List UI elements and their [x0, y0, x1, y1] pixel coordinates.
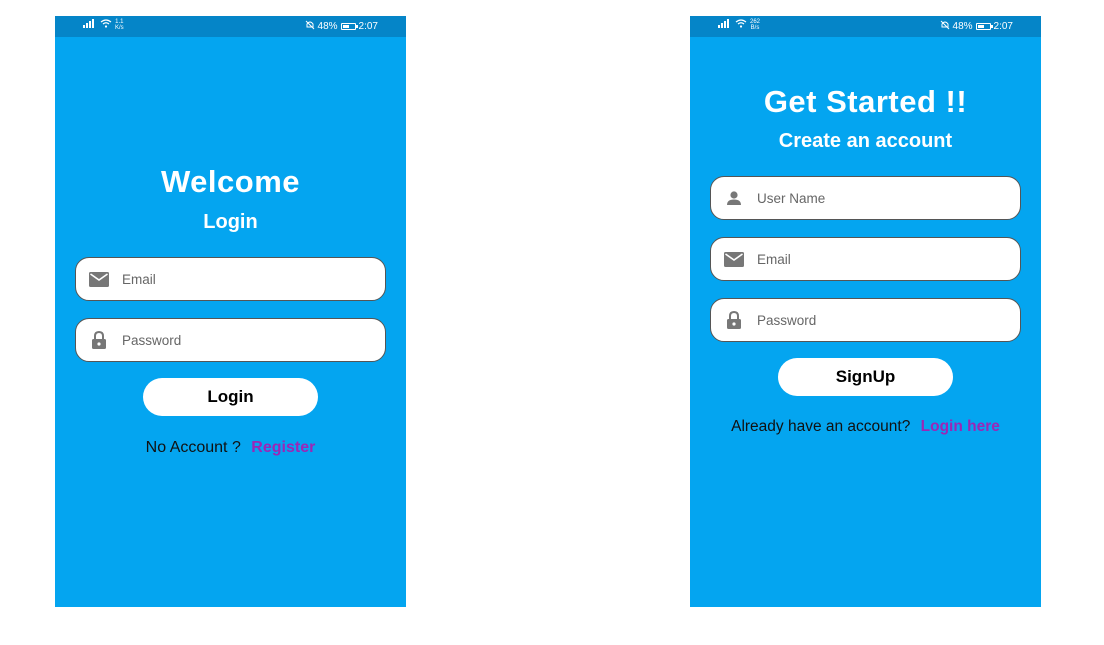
signal-icon — [83, 19, 97, 31]
page-subtitle: Create an account — [778, 130, 953, 152]
status-right: 48% 2:07 — [940, 20, 1013, 33]
mute-icon — [940, 20, 950, 33]
mute-icon — [305, 20, 315, 33]
net-speed-unit: B/s — [750, 25, 760, 31]
status-left: 262 B/s — [718, 19, 760, 31]
battery-icon — [340, 23, 358, 30]
password-field[interactable]: Password — [710, 298, 1021, 342]
register-link[interactable]: Register — [251, 439, 315, 456]
email-field[interactable]: Email — [710, 237, 1021, 281]
battery-percent: 48% — [952, 21, 973, 32]
no-account-text: No Account ? — [145, 439, 241, 456]
login-screen: 1.1 K/s 48% 2:07 Welcome Login Email Pas… — [55, 16, 406, 607]
register-prompt: No Account ? Register — [55, 439, 406, 457]
page-title: Get Started !! — [763, 84, 968, 119]
clock: 2:07 — [358, 21, 378, 32]
signal-icon — [718, 19, 732, 31]
lock-icon — [88, 329, 110, 351]
email-placeholder: Email — [122, 271, 156, 287]
signup-screen: 262 B/s 48% 2:07 Get Started !! Create a… — [690, 16, 1041, 607]
email-placeholder: Email — [757, 251, 791, 267]
net-speed-unit: K/s — [115, 25, 124, 31]
username-field[interactable]: User Name — [710, 176, 1021, 220]
clock: 2:07 — [993, 21, 1013, 32]
status-left: 1.1 K/s — [83, 19, 124, 31]
lock-icon — [723, 309, 745, 331]
email-field[interactable]: Email — [75, 257, 386, 301]
login-button[interactable]: Login — [143, 378, 318, 416]
email-icon — [88, 268, 110, 290]
battery-icon — [975, 23, 993, 30]
status-right: 48% 2:07 — [305, 20, 378, 33]
status-bar: 1.1 K/s 48% 2:07 — [55, 16, 406, 37]
page-title: Welcome — [160, 164, 301, 199]
email-icon — [723, 248, 745, 270]
password-placeholder: Password — [122, 332, 182, 348]
battery-percent: 48% — [317, 21, 338, 32]
username-placeholder: User Name — [757, 190, 826, 206]
password-placeholder: Password — [757, 312, 817, 328]
page-subtitle: Login — [203, 211, 258, 233]
login-prompt: Already have an account? Login here — [690, 418, 1041, 436]
net-speed: 1.1 K/s — [115, 19, 124, 31]
signup-button[interactable]: SignUp — [778, 358, 953, 396]
have-account-text: Already have an account? — [731, 418, 911, 435]
net-speed: 262 B/s — [750, 19, 760, 31]
wifi-icon — [100, 19, 112, 31]
password-field[interactable]: Password — [75, 318, 386, 362]
status-bar: 262 B/s 48% 2:07 — [690, 16, 1041, 37]
wifi-icon — [735, 19, 747, 31]
user-icon — [723, 187, 745, 209]
login-here-link[interactable]: Login here — [921, 418, 1000, 435]
